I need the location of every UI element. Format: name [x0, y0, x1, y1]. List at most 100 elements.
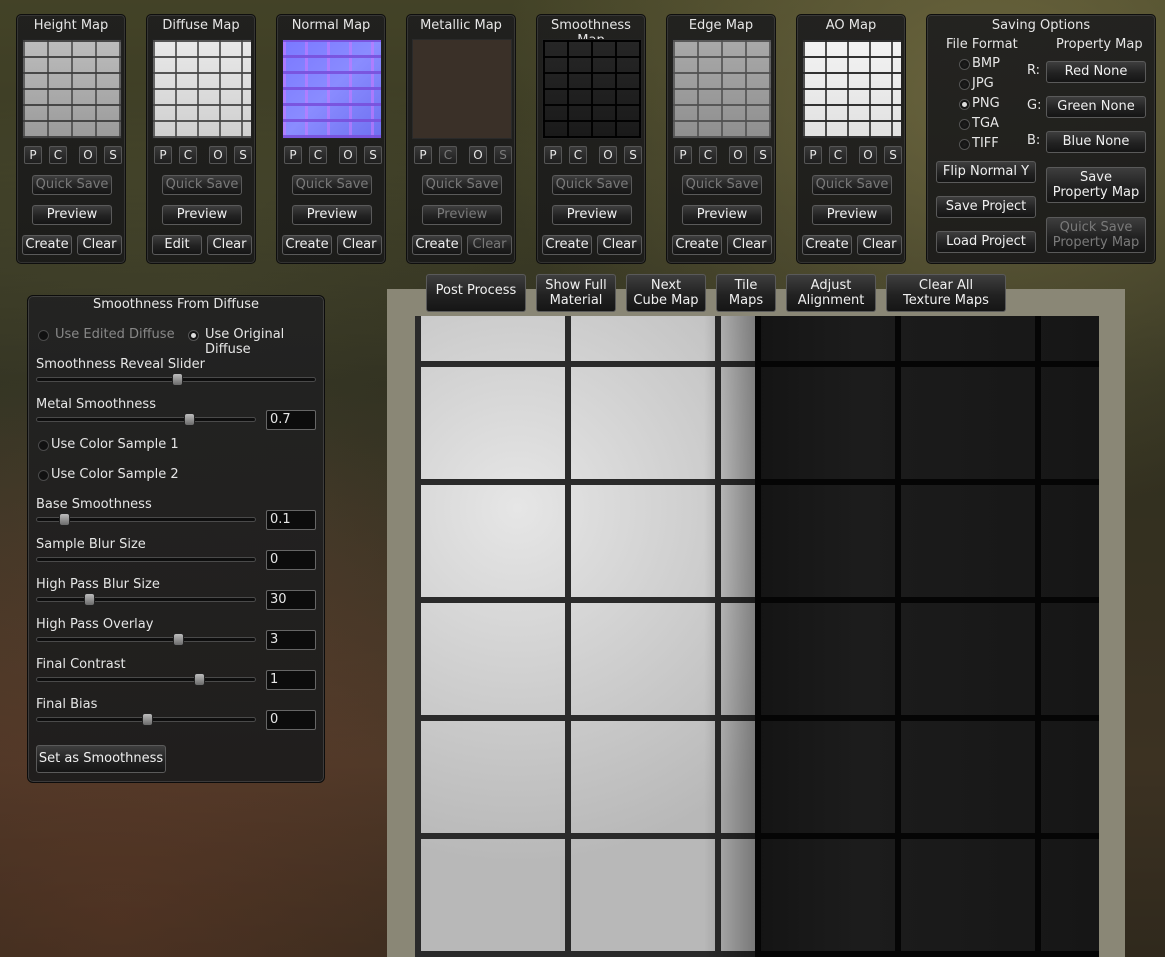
paste-button[interactable]: P	[154, 146, 172, 164]
high-pass-blur-slider[interactable]	[36, 593, 256, 606]
preview-button[interactable]: Preview	[552, 205, 632, 225]
clear-button[interactable]: Clear	[467, 235, 512, 255]
metallic-map-thumbnail[interactable]	[412, 39, 512, 139]
format-radio-tiff[interactable]	[959, 139, 970, 150]
preview-button[interactable]: Preview	[292, 205, 372, 225]
copy-button[interactable]: C	[569, 146, 587, 164]
paste-button[interactable]: P	[674, 146, 692, 164]
quick-save-button[interactable]: Quick Save	[682, 175, 762, 195]
quick-save-button[interactable]: Quick Save	[32, 175, 112, 195]
clear-button[interactable]: Clear	[77, 235, 122, 255]
edit-button[interactable]: Edit	[152, 235, 202, 255]
set-as-smoothness-button[interactable]: Set as Smoothness	[36, 745, 166, 773]
create-button[interactable]: Create	[542, 235, 592, 255]
final-bias-input[interactable]: 0	[266, 710, 316, 730]
smoothness-map-thumbnail[interactable]	[542, 39, 642, 139]
create-button[interactable]: Create	[672, 235, 722, 255]
quick-save-button[interactable]: Quick Save	[162, 175, 242, 195]
paste-button[interactable]: P	[804, 146, 822, 164]
open-button[interactable]: O	[469, 146, 487, 164]
format-radio-tga[interactable]	[959, 119, 970, 130]
show-full-material-button[interactable]: Show Full Material	[536, 274, 616, 312]
post-process-button[interactable]: Post Process	[426, 274, 526, 312]
base-smoothness-input[interactable]: 0.1	[266, 510, 316, 530]
save-button[interactable]: S	[104, 146, 122, 164]
normal-map-thumbnail[interactable]	[282, 39, 382, 139]
quick-save-property-map-button[interactable]: Quick Save Property Map	[1046, 217, 1146, 253]
save-button[interactable]: S	[884, 146, 902, 164]
open-button[interactable]: O	[729, 146, 747, 164]
save-button[interactable]: S	[364, 146, 382, 164]
save-button[interactable]: S	[624, 146, 642, 164]
clear-button[interactable]: Clear	[857, 235, 902, 255]
adjust-alignment-button[interactable]: Adjust Alignment	[786, 274, 876, 312]
clear-button[interactable]: Clear	[207, 235, 252, 255]
paste-button[interactable]: P	[544, 146, 562, 164]
format-radio-bmp[interactable]	[959, 59, 970, 70]
paste-button[interactable]: P	[284, 146, 302, 164]
slider-knob[interactable]	[184, 413, 195, 426]
clear-all-texture-maps-button[interactable]: Clear All Texture Maps	[886, 274, 1006, 312]
clear-button[interactable]: Clear	[597, 235, 642, 255]
copy-button[interactable]: C	[439, 146, 457, 164]
slider-knob[interactable]	[173, 633, 184, 646]
copy-button[interactable]: C	[309, 146, 327, 164]
final-contrast-slider[interactable]	[36, 673, 256, 686]
slider-knob[interactable]	[84, 593, 95, 606]
slider-knob[interactable]	[142, 713, 153, 726]
open-button[interactable]: O	[339, 146, 357, 164]
high-pass-overlay-input[interactable]: 3	[266, 630, 316, 650]
quick-save-button[interactable]: Quick Save	[422, 175, 502, 195]
slider-knob[interactable]	[172, 373, 183, 386]
diffuse-map-thumbnail[interactable]	[152, 39, 252, 139]
open-button[interactable]: O	[209, 146, 227, 164]
preview-button[interactable]: Preview	[162, 205, 242, 225]
paste-button[interactable]: P	[24, 146, 42, 164]
open-button[interactable]: O	[859, 146, 877, 164]
metal-smoothness-slider[interactable]	[36, 413, 256, 426]
create-button[interactable]: Create	[412, 235, 462, 255]
smoothness-reveal-slider[interactable]	[36, 373, 316, 386]
quick-save-button[interactable]: Quick Save	[292, 175, 372, 195]
base-smoothness-slider[interactable]	[36, 513, 256, 526]
ao-map-thumbnail[interactable]	[802, 39, 902, 139]
use-color-sample-2-checkbox[interactable]	[38, 470, 49, 481]
create-button[interactable]: Create	[282, 235, 332, 255]
height-map-thumbnail[interactable]	[22, 39, 122, 139]
red-channel-select[interactable]: Red None	[1046, 61, 1146, 83]
metal-smoothness-input[interactable]: 0.7	[266, 410, 316, 430]
high-pass-blur-input[interactable]: 30	[266, 590, 316, 610]
use-color-sample-1-checkbox[interactable]	[38, 440, 49, 451]
use-edited-diffuse-radio[interactable]	[38, 330, 49, 341]
use-original-diffuse-radio[interactable]	[188, 330, 199, 341]
save-button[interactable]: S	[494, 146, 512, 164]
copy-button[interactable]: C	[49, 146, 67, 164]
load-project-button[interactable]: Load Project	[936, 231, 1036, 253]
create-button[interactable]: Create	[22, 235, 72, 255]
material-preview-viewport[interactable]	[415, 316, 1099, 957]
slider-knob[interactable]	[194, 673, 205, 686]
open-button[interactable]: O	[79, 146, 97, 164]
copy-button[interactable]: C	[179, 146, 197, 164]
quick-save-button[interactable]: Quick Save	[812, 175, 892, 195]
save-button[interactable]: S	[234, 146, 252, 164]
open-button[interactable]: O	[599, 146, 617, 164]
save-button[interactable]: S	[754, 146, 772, 164]
format-radio-png[interactable]	[959, 99, 970, 110]
copy-button[interactable]: C	[699, 146, 717, 164]
save-project-button[interactable]: Save Project	[936, 196, 1036, 218]
blue-channel-select[interactable]: Blue None	[1046, 131, 1146, 153]
save-property-map-button[interactable]: Save Property Map	[1046, 167, 1146, 203]
slider-knob[interactable]	[59, 513, 70, 526]
final-contrast-input[interactable]: 1	[266, 670, 316, 690]
preview-button[interactable]: Preview	[422, 205, 502, 225]
preview-button[interactable]: Preview	[812, 205, 892, 225]
create-button[interactable]: Create	[802, 235, 852, 255]
sample-blur-input[interactable]: 0	[266, 550, 316, 570]
preview-button[interactable]: Preview	[682, 205, 762, 225]
preview-button[interactable]: Preview	[32, 205, 112, 225]
final-bias-slider[interactable]	[36, 713, 256, 726]
flip-normal-y-button[interactable]: Flip Normal Y	[936, 161, 1036, 183]
clear-button[interactable]: Clear	[727, 235, 772, 255]
paste-button[interactable]: P	[414, 146, 432, 164]
